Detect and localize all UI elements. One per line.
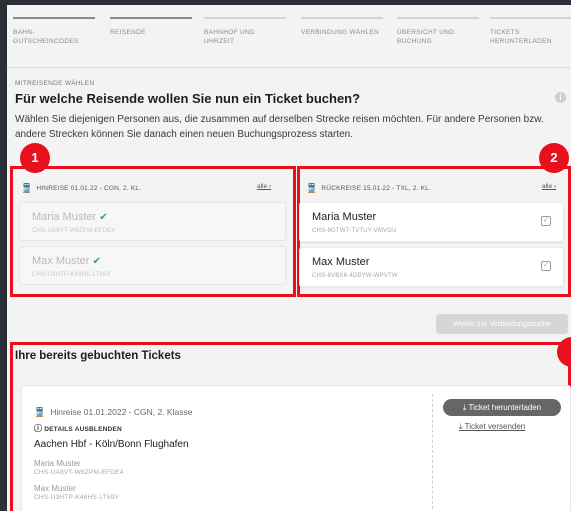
outbound-header: 🚆 HINREISE 01.01.22 - CGN, 2. KL. bbox=[21, 183, 141, 194]
step-reisende[interactable]: Reisende bbox=[110, 17, 192, 37]
booking-page: Bahn-Gutscheincodes Reisende Bahnhof und… bbox=[7, 5, 571, 511]
page-title: Für welche Reisende wollen Sie nun ein T… bbox=[15, 91, 361, 106]
ticket-passenger-name: Max Muster bbox=[34, 484, 76, 493]
step-gutscheincodes[interactable]: Bahn-Gutscheincodes bbox=[13, 17, 95, 46]
check-icon: ✔ bbox=[99, 212, 108, 223]
check-icon: ✔ bbox=[92, 256, 101, 267]
booked-ticket-card: 🚆 Hinreise 01.01.2022 - CGN, 2. Klasse ⓘ D… bbox=[21, 385, 571, 511]
download-icon: ⤓ bbox=[462, 403, 467, 412]
intro-text: Wählen Sie diejenigen Personen aus, die … bbox=[15, 114, 544, 140]
passenger-name: Maria Muster ✔ bbox=[32, 211, 108, 223]
ticket-route: Aachen Hbf - Köln/Bonn Flughafen bbox=[34, 439, 189, 450]
details-toggle-label: DETAILS AUSBLENDEN bbox=[44, 426, 122, 433]
passenger-id: CHS-UA8VT-W6ZPM-EFDE4 bbox=[32, 228, 115, 234]
ticket-passenger-id: CHS-UA8VT-W6ZPM-EFDE4 bbox=[34, 469, 124, 476]
passenger-name: Max Muster ✔ bbox=[32, 255, 101, 267]
step-label: Bahnhof und Uhrzeit bbox=[204, 29, 255, 45]
download-ticket-button[interactable]: ⤓ Ticket herunterladen bbox=[443, 399, 561, 416]
section-eyebrow: MITREISENDE WÄHLEN bbox=[15, 80, 95, 87]
info-circle-icon: ⓘ bbox=[34, 424, 43, 433]
passenger-name: Max Muster bbox=[312, 256, 370, 268]
return-passenger-maria[interactable]: Maria Muster CHS-8GTW7-TVTUY-VMVGU ✓ bbox=[299, 202, 564, 242]
info-icon[interactable]: i bbox=[555, 92, 566, 103]
divider bbox=[432, 394, 433, 511]
details-toggle[interactable]: ⓘ DETAILS AUSBLENDEN bbox=[34, 423, 122, 434]
train-icon: 🚆 bbox=[306, 183, 318, 193]
ticket-passenger-id: CHS-U3HTP-K48HS-LT69Y bbox=[34, 494, 119, 501]
ticket-passenger-name: Maria Muster bbox=[34, 459, 81, 468]
ticket-trip: 🚆 Hinreise 01.01.2022 - CGN, 2. Klasse bbox=[34, 407, 192, 418]
booked-tickets-title: Ihre bereits gebuchten Tickets bbox=[15, 350, 181, 362]
step-tickets[interactable]: Tickets herunterladen bbox=[490, 17, 571, 46]
outbound-passenger-maria[interactable]: Maria Muster ✔ CHS-UA8VT-W6ZPM-EFDE4 bbox=[19, 202, 286, 241]
return-header: 🚆 RÜCKREISE 15.01.22 - TXL, 2. KL. bbox=[306, 183, 431, 194]
step-label: Übersicht und Buchung bbox=[397, 29, 455, 45]
outbound-title: HINREISE 01.01.22 - CGN, 2. KL. bbox=[36, 185, 142, 192]
ticket-trip-text: Hinreise 01.01.2022 - CGN, 2. Klasse bbox=[50, 407, 193, 417]
step-verbindung[interactable]: Verbindung wählen bbox=[301, 17, 383, 37]
annotation-badge-1: 1 bbox=[20, 143, 50, 173]
outbound-select-all-link[interactable]: alle › bbox=[257, 183, 271, 190]
progress-stepper: Bahn-Gutscheincodes Reisende Bahnhof und… bbox=[7, 5, 571, 65]
passenger-id: CHS-8GTW7-TVTUY-VMVGU bbox=[312, 228, 397, 234]
step-label: Bahn-Gutscheincodes bbox=[13, 29, 79, 45]
send-link-label: Ticket versenden bbox=[464, 422, 526, 431]
return-select-all-link[interactable]: alle › bbox=[542, 183, 556, 190]
select-all-label: alle bbox=[542, 183, 553, 190]
return-title: RÜCKREISE 15.01.22 - TXL, 2. KL. bbox=[321, 185, 432, 192]
download-icon: ⤓ bbox=[459, 422, 463, 431]
passenger-id: CHS-U3HTP-K48HS-LT69Y bbox=[32, 272, 111, 278]
passenger-id: CHS-8VBX6-4DBYW-WPVTW bbox=[312, 273, 398, 279]
return-passenger-max[interactable]: Max Muster CHS-8VBX6-4DBYW-WPVTW ✓ bbox=[299, 247, 564, 287]
select-checkbox[interactable]: ✓ bbox=[541, 261, 551, 271]
passenger-name-text: Max Muster bbox=[32, 255, 90, 267]
train-icon: 🚆 bbox=[34, 407, 46, 417]
divider bbox=[7, 67, 571, 68]
send-ticket-link[interactable]: ⤓ Ticket versenden bbox=[459, 422, 525, 432]
passenger-name-text: Maria Muster bbox=[32, 211, 97, 223]
step-label: Tickets herunterladen bbox=[490, 29, 552, 45]
step-uebersicht[interactable]: Übersicht und Buchung bbox=[397, 17, 479, 46]
select-checkbox[interactable]: ✓ bbox=[541, 216, 551, 226]
step-label: Reisende bbox=[110, 29, 146, 36]
select-all-label: alle bbox=[257, 183, 268, 190]
step-label: Verbindung wählen bbox=[301, 29, 380, 36]
continue-search-button[interactable]: Weiter zur Verbindungssuche bbox=[436, 314, 568, 334]
outbound-passenger-max[interactable]: Max Muster ✔ CHS-U3HTP-K48HS-LT69Y bbox=[19, 246, 286, 285]
annotation-badge-2: 2 bbox=[539, 143, 569, 173]
train-icon: 🚆 bbox=[21, 183, 33, 193]
step-bahnhof-uhrzeit[interactable]: Bahnhof und Uhrzeit bbox=[204, 17, 286, 46]
passenger-name: Maria Muster bbox=[312, 211, 377, 223]
download-button-label: Ticket herunterladen bbox=[468, 403, 542, 412]
